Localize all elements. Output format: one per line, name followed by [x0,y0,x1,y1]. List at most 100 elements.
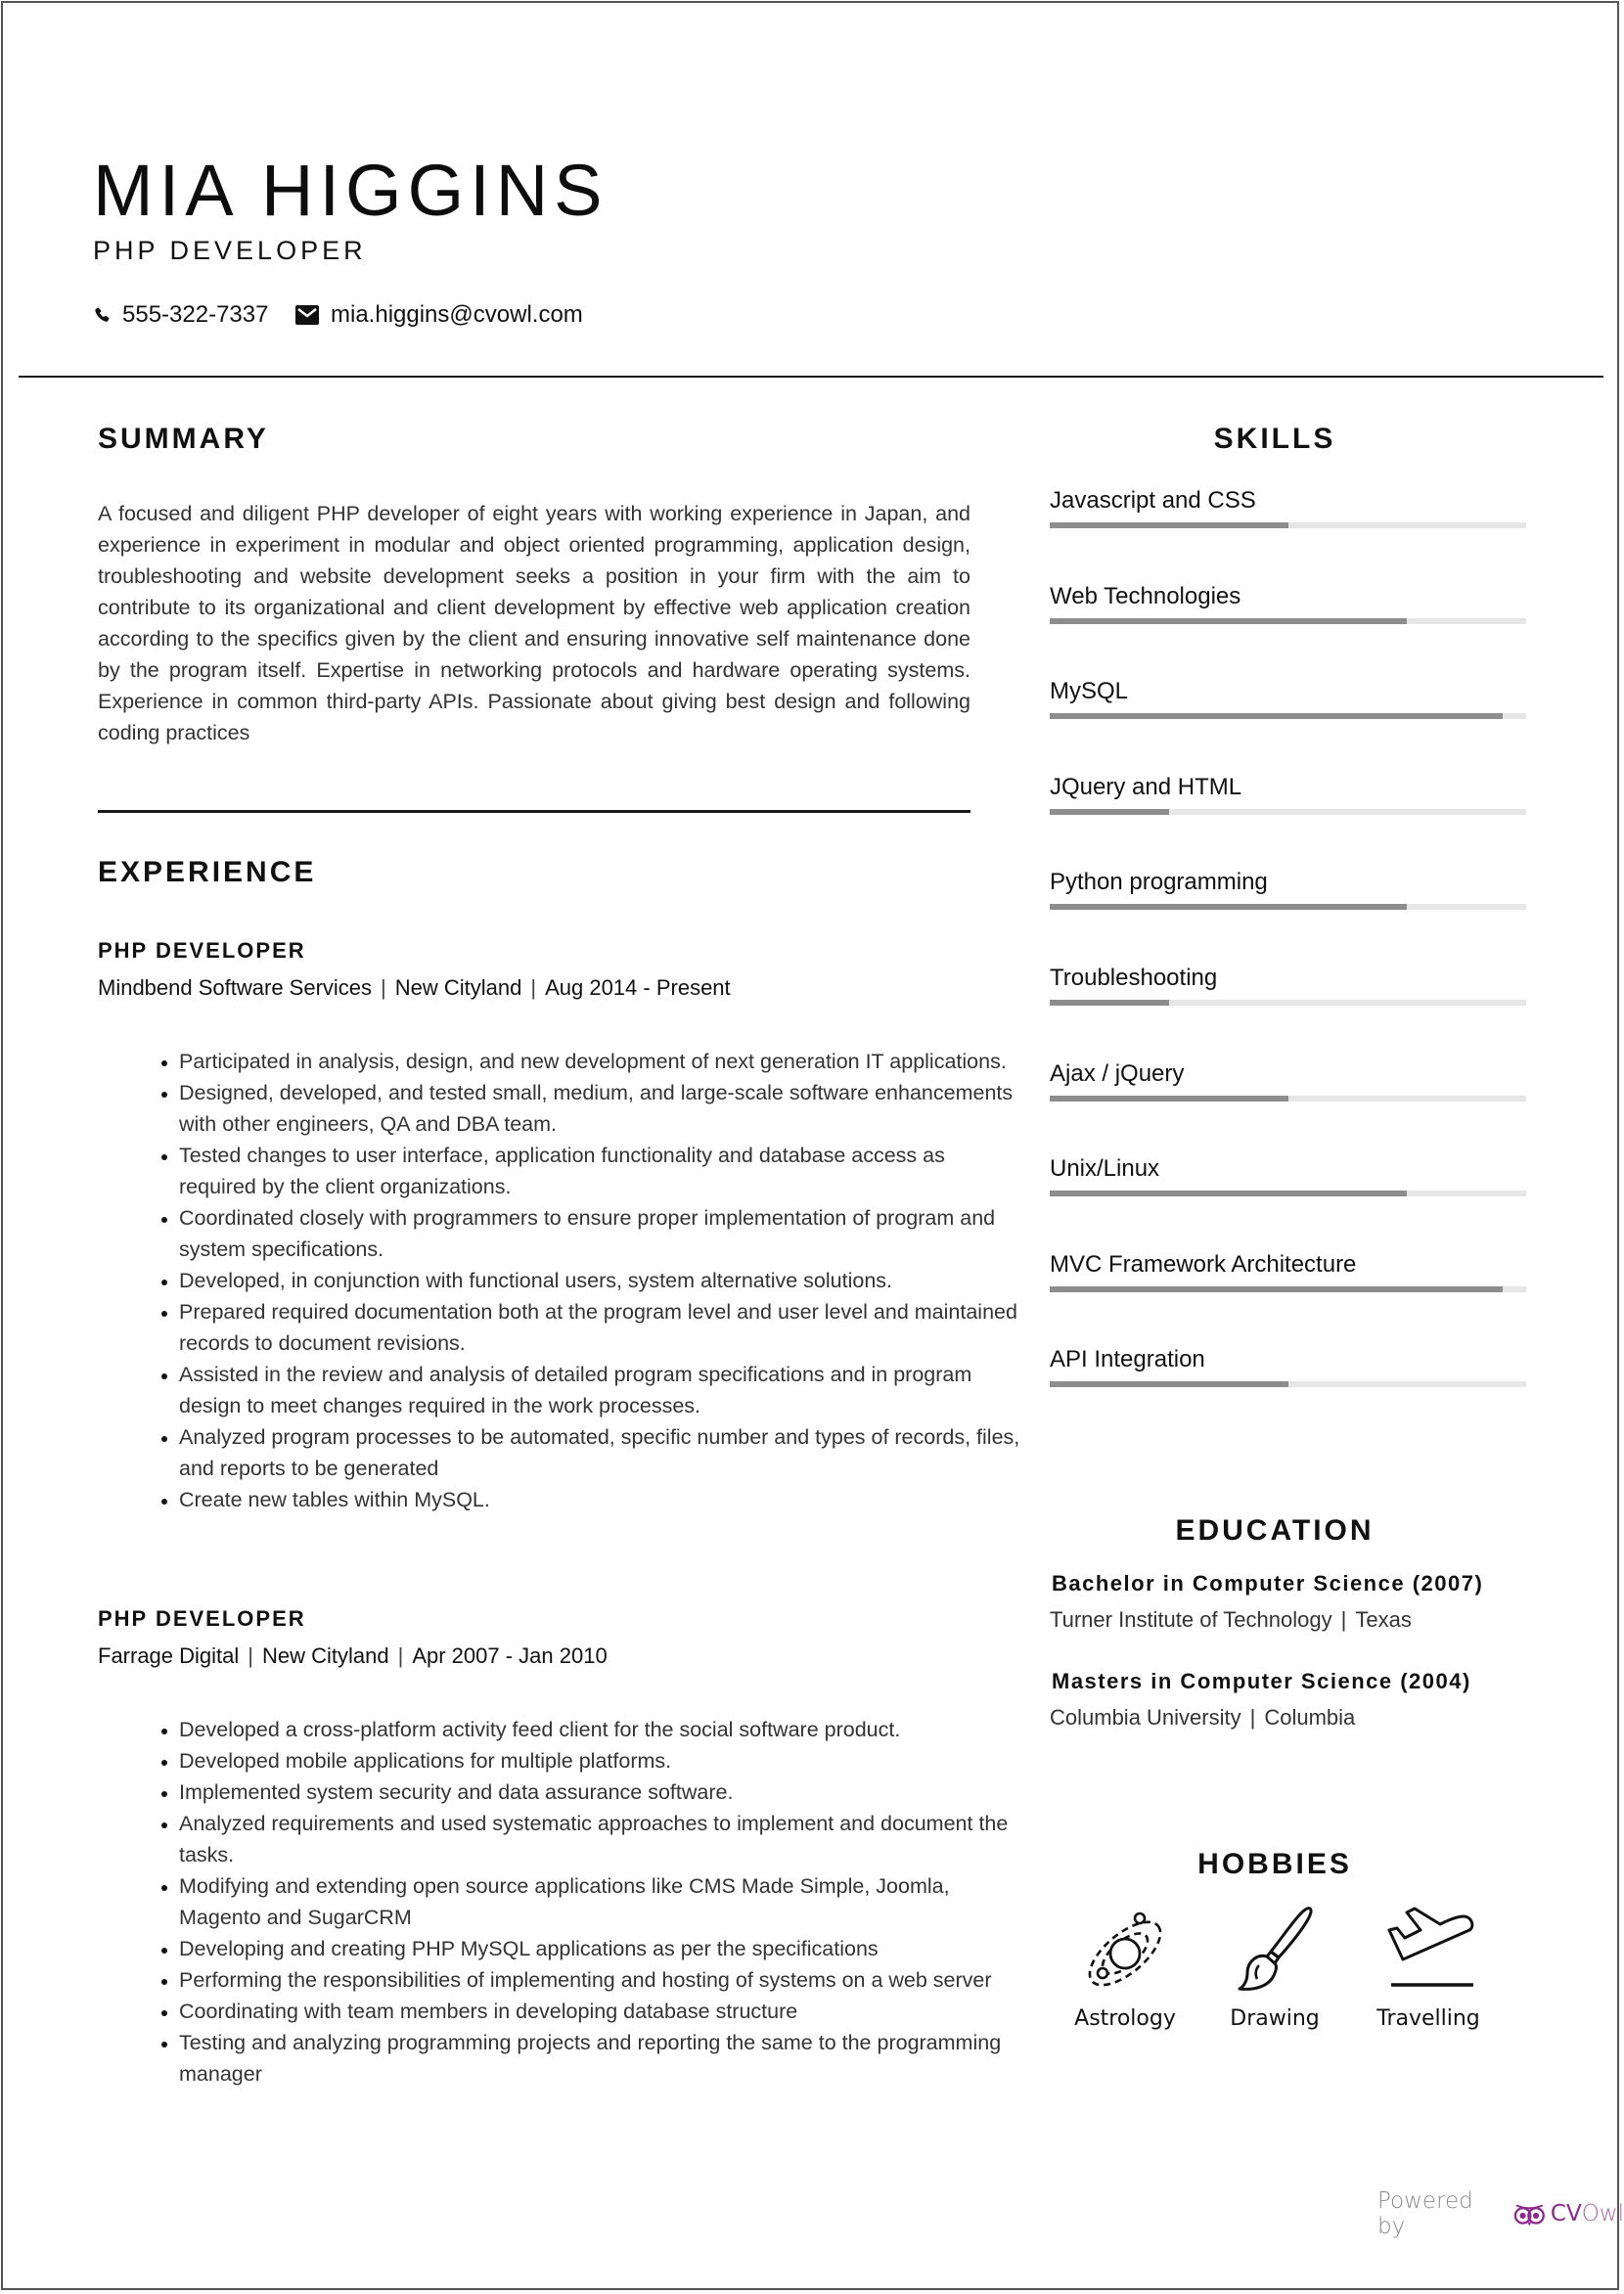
astrology-icon [1088,1912,1162,1987]
summary-divider [98,810,970,813]
skill-bar-track [1050,522,1526,528]
hobby-astrology: Astrology [1052,1903,1198,2031]
summary-text: A focused and diligent PHP developer of … [98,502,970,744]
education-heading: EDUCATION [1175,1514,1375,1547]
job-dates: Aug 2014 - Present [545,975,731,1000]
job-bullet: Developed a cross-platform activity feed… [179,1714,1020,1745]
job-bullet: Create new tables within MySQL. [179,1484,1020,1515]
skill-label: Web Technologies [1050,582,1241,609]
brand-strong: CV [1550,2201,1582,2227]
skill-item: Troubleshooting [1050,965,1526,1006]
skill-label: MVC Framework Architecture [1050,1250,1357,1278]
skill-bar-fill [1050,1095,1288,1102]
job-bullet-list: Participated in analysis, design, and ne… [137,1046,1020,1515]
skill-bar-fill [1050,1381,1288,1388]
skill-bar-fill [1050,808,1169,815]
skill-item: MVC Framework Architecture [1050,1250,1526,1292]
skill-bar-track [1050,904,1526,911]
education-location: Texas [1355,1607,1412,1632]
skill-label: JQuery and HTML [1050,773,1242,800]
skill-label: API Integration [1050,1346,1205,1373]
skills-heading: SKILLS [1213,423,1336,455]
skill-item: JQuery and HTML [1050,773,1526,815]
phone-number: 555-322-7337 [122,301,269,328]
hobby-label: Drawing [1230,2006,1320,2031]
powered-by-footer[interactable]: Powered by CVOwl [1377,2188,1624,2239]
job-bullet: Modifying and extending open source appl… [179,1870,1020,1933]
education-school-line: Turner Institute of Technology | Texas [1050,1609,1412,1631]
job-bullet: Designed, developed, and tested small, m… [179,1077,1020,1140]
skill-bar-fill [1050,904,1408,911]
job-bullet: Tested changes to user interface, applic… [179,1140,1020,1202]
skill-bar-track [1050,1095,1526,1102]
separator: | [530,975,537,1000]
candidate-role: PHP DEVELOPER [93,236,367,265]
job-bullet: Performing the responsibilities of imple… [179,1964,1020,1996]
skill-label: MySQL [1050,678,1129,705]
hobby-travelling: Travelling [1355,1903,1502,2031]
owl-logo-icon [1513,2204,1546,2227]
skill-label: Javascript and CSS [1050,487,1256,514]
job-location: New Cityland [394,975,522,1000]
phone-contact: 555-322-7337 [93,303,268,327]
powered-by-text: Powered by [1377,2188,1473,2239]
summary-heading: SUMMARY [98,423,269,455]
hobbies-heading: HOBBIES [1197,1848,1352,1880]
education-school: Columbia University [1050,1705,1241,1730]
separator: | [381,975,386,1000]
separator: | [1249,1705,1256,1730]
job-company: Mindbend Software Services [98,975,373,1000]
skill-bar-fill [1050,522,1288,528]
job-meta: Mindbend Software Services | New Cityland |… [98,977,731,999]
job-location: New Cityland [262,1643,389,1668]
job-bullet: Analyzed program processes to be automat… [179,1421,1020,1484]
brand-name: CVOwl [1551,2201,1624,2227]
envelope-icon [295,305,319,325]
skill-item: Javascript and CSS [1050,487,1526,528]
skill-bar-track [1050,1285,1526,1292]
header-divider [19,376,1603,378]
skill-label: Unix/Linux [1050,1155,1160,1183]
education-degree: Masters in Computer Science (2004) [1052,1669,1471,1693]
skill-bar-track [1050,617,1526,624]
separator: | [1340,1607,1347,1632]
skill-item: MySQL [1050,678,1526,720]
job-company: Farrage Digital [98,1643,240,1668]
job-dates: Apr 2007 - Jan 2010 [412,1643,608,1668]
job-bullet: Testing and analyzing programming projec… [179,2027,1020,2090]
job-bullet-list: Developed a cross-platform activity feed… [137,1714,1020,2090]
skill-item: Python programming [1050,869,1526,911]
job-bullet: Developed mobile applications for multip… [179,1745,1020,1777]
paintbrush-icon [1238,1907,1313,1991]
skill-bar-track [1050,808,1526,815]
skill-bar-track [1050,1381,1526,1388]
skill-label: Python programming [1050,869,1268,896]
skill-bar-fill [1050,1191,1408,1197]
job-bullet: Coordinating with team members in develo… [179,1996,1020,2027]
education-location: Columbia [1264,1705,1356,1730]
job-bullet: Assisted in the review and analysis of d… [179,1359,1020,1421]
email-contact: mia.higgins@cvowl.com [295,303,583,327]
job-bullet: Implemented system security and data ass… [179,1777,1020,1808]
job-bullet: Participated in analysis, design, and ne… [179,1046,1020,1077]
skill-bar-track [1050,713,1526,720]
education-school: Turner Institute of Technology [1050,1607,1332,1632]
job-title: PHP DEVELOPER [98,938,306,963]
skill-bar-track [1050,1000,1526,1006]
skill-bar-fill [1050,617,1408,624]
hobby-label: Travelling [1376,2006,1480,2031]
job-bullet: Prepared required documentation both at … [179,1296,1020,1359]
email-address[interactable]: mia.higgins@cvowl.com [331,303,583,327]
skill-bar-fill [1050,1000,1169,1006]
skill-bar-fill [1050,1285,1503,1292]
skill-item: Web Technologies [1050,582,1526,624]
education-school-line: Columbia University | Columbia [1050,1707,1355,1729]
skill-label: Ajax / jQuery [1050,1059,1185,1087]
skill-item: Ajax / jQuery [1050,1059,1526,1102]
separator: | [248,1643,253,1668]
airplane-takeoff-icon [1387,1907,1474,1987]
candidate-name: MIA HIGGINS [93,150,609,231]
skill-bar-track [1050,1191,1526,1197]
experience-heading: EXPERIENCE [98,856,317,888]
skill-label: Troubleshooting [1050,965,1218,991]
